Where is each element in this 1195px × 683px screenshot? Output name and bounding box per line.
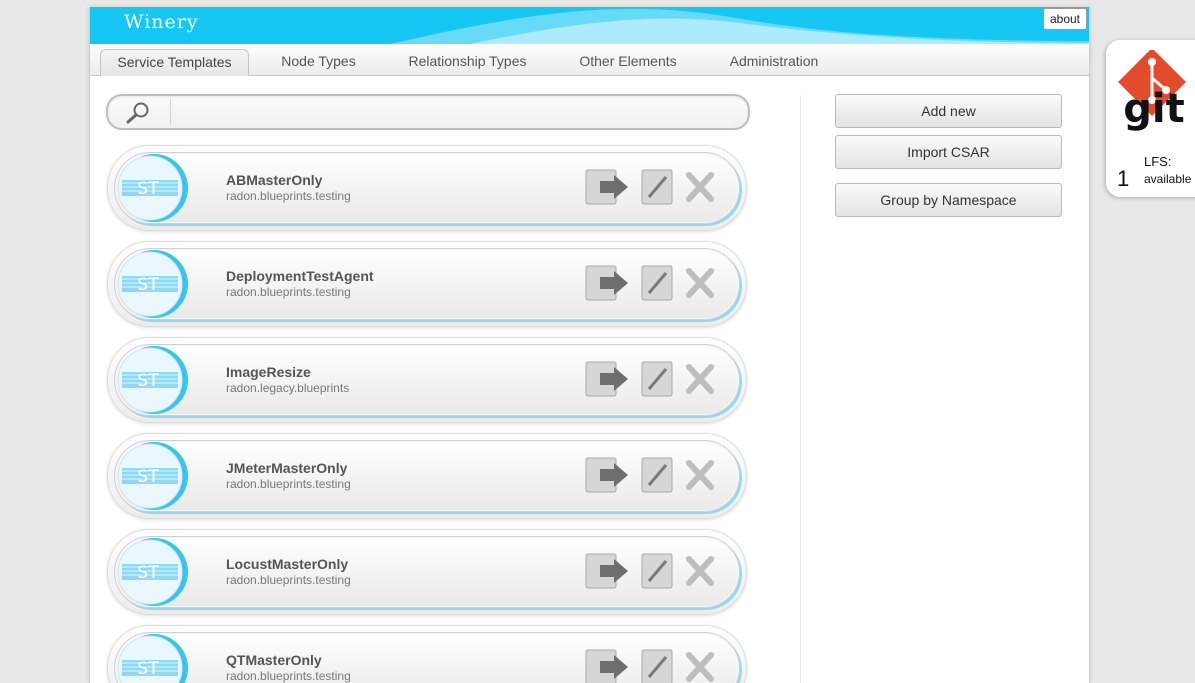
pencil-icon[interactable]: [640, 456, 674, 494]
item-name[interactable]: ImageResize: [226, 364, 311, 380]
st-badge-icon: ST: [117, 442, 188, 510]
x-icon[interactable]: [684, 456, 716, 494]
st-badge-text: ST: [137, 563, 159, 583]
pencil-icon[interactable]: [640, 168, 674, 206]
st-badge-text: ST: [137, 179, 159, 199]
st-badge-icon: ST: [117, 346, 188, 414]
pencil-icon[interactable]: [640, 552, 674, 590]
export-arrow-icon[interactable]: [584, 360, 632, 398]
list-item[interactable]: ST ImageResize radon.legacy.blueprints: [107, 337, 747, 423]
group-by-namespace-button[interactable]: Group by Namespace: [835, 183, 1062, 217]
item-namespace: radon.blueprints.testing: [226, 477, 351, 491]
search-bar: [106, 94, 750, 130]
export-arrow-icon[interactable]: [584, 456, 632, 494]
x-icon[interactable]: [684, 360, 716, 398]
git-logo-text: git: [1123, 86, 1184, 132]
tab-service-templates[interactable]: Service Templates: [100, 49, 249, 76]
x-icon[interactable]: [684, 648, 716, 683]
search-input[interactable]: [176, 100, 740, 126]
export-arrow-icon[interactable]: [584, 168, 632, 206]
item-namespace: radon.legacy.blueprints: [226, 381, 350, 395]
list-item[interactable]: ST DeploymentTestAgent radon.blueprints.…: [107, 241, 747, 327]
add-new-button[interactable]: Add new: [835, 94, 1062, 128]
item-name[interactable]: DeploymentTestAgent: [226, 268, 374, 284]
item-namespace: radon.blueprints.testing: [226, 669, 351, 683]
tab-other-elements[interactable]: Other Elements: [562, 49, 694, 75]
item-name[interactable]: ABMasterOnly: [226, 172, 322, 188]
magnifier-icon[interactable]: [124, 101, 154, 125]
item-name[interactable]: JMeterMasterOnly: [226, 460, 347, 476]
tab-administration[interactable]: Administration: [710, 49, 838, 75]
st-badge-icon: ST: [117, 154, 188, 222]
pencil-icon[interactable]: [640, 648, 674, 683]
list-item[interactable]: ST JMeterMasterOnly radon.blueprints.tes…: [107, 433, 747, 519]
st-badge-icon: ST: [117, 634, 188, 683]
git-logo-icon[interactable]: git: [1110, 50, 1195, 150]
list-item[interactable]: ST LocustMasterOnly radon.blueprints.tes…: [107, 529, 747, 615]
item-namespace: radon.blueprints.testing: [226, 285, 351, 299]
pencil-icon[interactable]: [640, 360, 674, 398]
st-badge-text: ST: [137, 371, 159, 391]
winery-page: Winery about Service Templates Node Type…: [89, 7, 1090, 683]
x-icon[interactable]: [684, 168, 716, 206]
st-badge-text: ST: [137, 659, 159, 679]
pencil-icon[interactable]: [640, 264, 674, 302]
main-nav: Service Templates Node Types Relationshi…: [90, 44, 1089, 76]
st-badge-text: ST: [137, 467, 159, 487]
tab-node-types[interactable]: Node Types: [260, 49, 377, 75]
list-item[interactable]: ST ABMasterOnly radon.blueprints.testing: [107, 145, 747, 231]
export-arrow-icon[interactable]: [584, 552, 632, 590]
item-namespace: radon.blueprints.testing: [226, 573, 351, 587]
list-item[interactable]: ST QTMasterOnly radon.blueprints.testing: [107, 625, 747, 683]
x-icon[interactable]: [684, 552, 716, 590]
item-namespace: radon.blueprints.testing: [226, 189, 351, 203]
column-divider: [800, 95, 801, 683]
x-icon[interactable]: [684, 264, 716, 302]
git-panel[interactable]: git 1 LFS: available: [1106, 40, 1195, 197]
st-badge-text: ST: [137, 275, 159, 295]
tab-relationship-types[interactable]: Relationship Types: [390, 49, 545, 75]
lfs-label: LFS:: [1144, 154, 1172, 169]
st-badge-icon: ST: [117, 538, 188, 606]
item-name[interactable]: QTMasterOnly: [226, 652, 322, 668]
import-csar-button[interactable]: Import CSAR: [835, 135, 1062, 169]
header-wave-decoration: [390, 8, 1089, 44]
lfs-status: available: [1144, 172, 1192, 186]
st-badge-icon: ST: [117, 250, 188, 318]
brand-title: Winery: [124, 11, 199, 33]
about-button[interactable]: about: [1042, 8, 1087, 30]
export-arrow-icon[interactable]: [584, 648, 632, 683]
header-bar: Winery about: [90, 7, 1089, 44]
export-arrow-icon[interactable]: [584, 264, 632, 302]
git-change-count: 1: [1117, 166, 1130, 191]
item-name[interactable]: LocustMasterOnly: [226, 556, 348, 572]
search-divider: [170, 99, 171, 125]
